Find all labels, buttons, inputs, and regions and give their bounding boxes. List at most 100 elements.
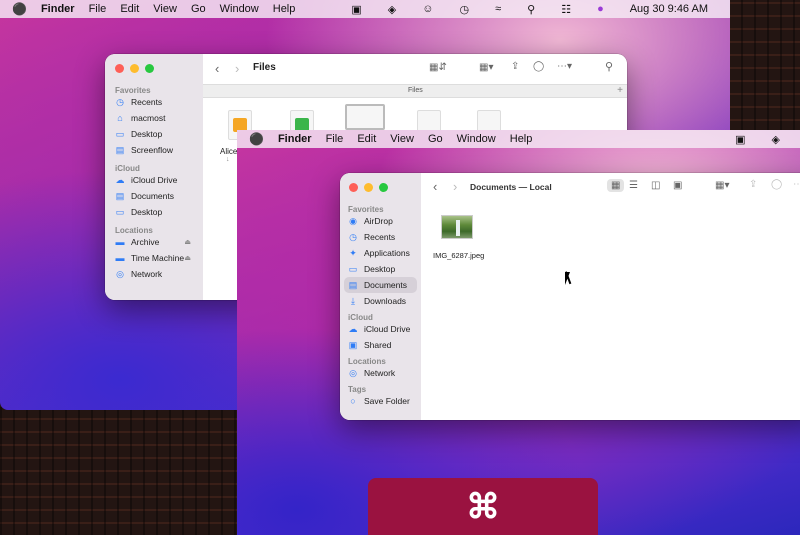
eject-icon[interactable]: ⏏ [184,238,191,246]
layers-icon[interactable]: ◈ [772,133,780,146]
forward-icon[interactable]: › [453,179,457,194]
eject-icon[interactable]: ⏏ [184,254,191,262]
sidebar-item-icloud-drive[interactable]: ☁ iCloud Drive [344,321,417,337]
menu-help[interactable]: Help [510,133,533,145]
sidebar: Favorites ◷ Recents ⌂ macmost ▭ Desktop ▤ Screen… [105,54,203,300]
command-key-icon: ⌘ [466,487,500,526]
tab-files[interactable]: Files [408,87,423,94]
apple-menu-icon[interactable]: ⚫ [249,132,264,146]
sidebar-item-label: Shared [364,340,392,350]
group-icon[interactable]: ▦▾ [479,62,493,73]
spotlight-icon[interactable]: ⚲ [527,3,535,16]
screen-record-icon[interactable]: ▣ [735,133,745,146]
control-center-icon[interactable]: ☷ [561,3,571,16]
globe-icon: ◎ [116,268,124,279]
sidebar: Favorites ◉ AirDrop ◷ Recents ✦ Applications ▭ D… [340,173,421,420]
sidebar-item-airdrop[interactable]: ◉ AirDrop [344,213,417,229]
wifi-icon[interactable]: ≈ [495,3,501,15]
date-time[interactable]: Aug 30 9:46 AM [630,3,708,15]
sidebar-item-applications[interactable]: ✦ Applications [344,245,417,261]
sidebar-item-documents[interactable]: ▤ Documents [344,277,417,293]
minimize-button[interactable] [130,64,139,73]
more-icon[interactable]: ⋯▾ [557,61,572,72]
sidebar-item-recents[interactable]: ◷ Recents [111,94,199,110]
menu-help[interactable]: Help [273,3,296,15]
menu-view[interactable]: View [153,3,177,15]
back-icon[interactable]: ‹ [433,179,437,194]
sidebar-item-downloads[interactable]: ⤓ Downloads [344,293,417,309]
more-icon[interactable]: ⋯ [793,179,800,190]
zoom-button[interactable] [379,183,388,192]
share-icon[interactable]: ⇪ [749,179,757,190]
sidebar-item-desktop[interactable]: ▭ Desktop [111,126,199,142]
siri-icon[interactable]: ● [597,3,604,15]
menu-file[interactable]: File [89,3,107,15]
sidebar-item-label: Documents [364,280,407,290]
sidebar-item-desktop[interactable]: ▭ Desktop [111,204,199,220]
sidebar-item-icloud-drive[interactable]: ☁ iCloud Drive [111,172,199,188]
sidebar-item-archive[interactable]: ▬ Archive ⏏ [111,234,199,250]
sidebar-item-network[interactable]: ◎ Network [111,266,199,282]
sidebar-item-desktop[interactable]: ▭ Desktop [344,261,417,277]
toolbar: ‹ › Files ▦⇵ ▦▾ ⇪ ◯ ⋯▾ ⚲ [203,54,627,84]
clock-status-icon[interactable]: ◷ [459,3,469,16]
close-button[interactable] [115,64,124,73]
tag-icon[interactable]: ◯ [771,179,782,190]
download-icon: ⤓ [351,295,355,306]
add-tab-button[interactable]: + [617,85,623,96]
menu-file[interactable]: File [326,133,344,145]
tag-icon: ○ [350,396,356,406]
drive-icon: ▬ [115,237,125,247]
group-icon[interactable]: ▦▾ [715,180,729,191]
apple-menu-icon[interactable]: ⚫ [12,2,27,16]
menu-finder[interactable]: Finder [278,133,312,145]
gallery-view-icon[interactable]: ▣ [673,180,682,191]
sidebar-item-save-folder[interactable]: ○ Save Folder [344,393,417,409]
screen-record-icon[interactable]: ▣ [351,3,361,16]
sidebar-item-macmost[interactable]: ⌂ macmost [111,110,199,126]
menu-edit[interactable]: Edit [120,3,139,15]
menu-bar-front: ⚫ Finder File Edit View Go Window Help ▣… [237,130,800,148]
search-icon[interactable]: ⚲ [605,60,613,73]
sidebar-item-label: iCloud Drive [364,324,411,334]
clock-icon: ◷ [349,231,357,242]
sidebar-item-documents[interactable]: ▤ Documents [111,188,199,204]
globe-icon: ◎ [349,367,357,378]
sidebar-item-label: Save Folder [364,396,410,406]
layers-icon[interactable]: ◈ [388,3,396,16]
close-button[interactable] [349,183,358,192]
file-item[interactable]: IMG_6287.jpeg [433,215,484,263]
finder-window-documents: Favorites ◉ AirDrop ◷ Recents ✦ Applications ▭ D… [340,173,800,420]
list-view-icon[interactable]: ☰ [629,180,638,191]
image-thumbnail [441,215,473,239]
menu-window[interactable]: Window [220,3,259,15]
back-icon[interactable]: ‹ [215,61,219,76]
minimize-button[interactable] [364,183,373,192]
desktop-icon: ▭ [348,263,358,274]
file-label-partial[interactable]: Alice [220,147,237,156]
sidebar-item-screenflow[interactable]: ▤ Screenflow [111,142,199,158]
column-view-icon[interactable]: ◫ [651,180,660,191]
tag-icon[interactable]: ◯ [533,61,544,72]
menu-window[interactable]: Window [457,133,496,145]
icon-view-icon[interactable]: ▦⇵ [429,62,447,73]
share-icon[interactable]: ⇪ [511,61,519,72]
zoom-button[interactable] [145,64,154,73]
tab-bar: Files + [203,84,627,98]
sidebar-item-shared[interactable]: ▣ Shared [344,337,417,353]
doc-file-icon[interactable] [345,104,385,130]
doc-icon: ▤ [115,190,125,201]
sidebar-item-time-machine[interactable]: ▬ Time Machine ⏏ [111,250,199,266]
forward-icon[interactable]: › [235,61,239,76]
doc-icon: ▤ [348,279,358,290]
menu-go[interactable]: Go [191,3,206,15]
menu-go[interactable]: Go [428,133,443,145]
menu-view[interactable]: View [390,133,414,145]
sidebar-item-network[interactable]: ◎ Network [344,365,417,381]
menu-bar-back: ⚫ Finder File Edit View Go Window Help ▣… [0,0,730,18]
user-icon[interactable]: ☺ [422,3,433,15]
sidebar-item-recents[interactable]: ◷ Recents [344,229,417,245]
menu-finder[interactable]: Finder [41,3,75,15]
icon-view-icon[interactable]: ▦ [607,179,625,192]
menu-edit[interactable]: Edit [357,133,376,145]
